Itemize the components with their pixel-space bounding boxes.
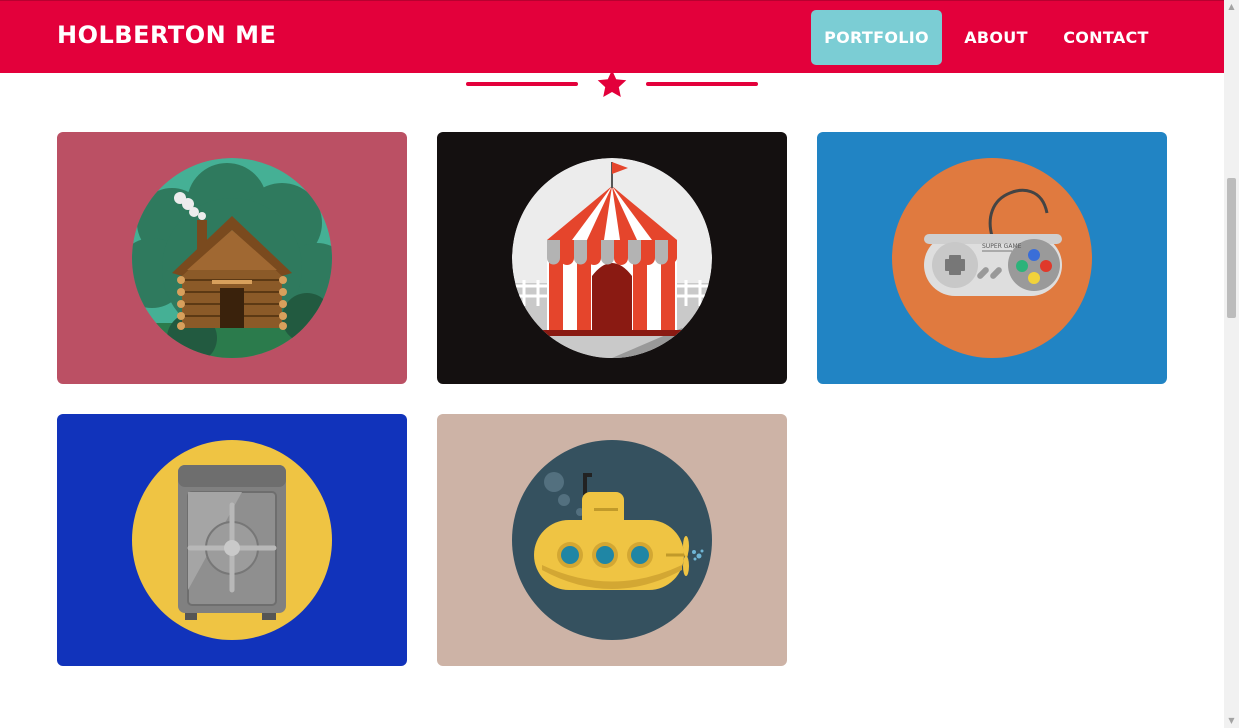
game-controller-icon: SUPER GAME <box>892 158 1092 358</box>
divider-line-left <box>466 82 578 86</box>
scrollbar-thumb[interactable] <box>1227 178 1236 318</box>
circus-tent-icon <box>512 158 712 358</box>
section-divider <box>464 68 760 102</box>
portfolio-item-safe[interactable] <box>57 414 407 666</box>
portfolio-item-submarine[interactable] <box>437 414 787 666</box>
cabin-icon <box>132 158 332 358</box>
controller-label: SUPER GAME <box>982 243 1022 250</box>
divider-line-right <box>646 82 758 86</box>
portfolio-item-cabin[interactable] <box>57 132 407 384</box>
portfolio-item-game[interactable]: SUPER GAME <box>817 132 1167 384</box>
safe-icon <box>132 440 332 640</box>
scroll-up-icon[interactable]: ▲ <box>1224 0 1239 14</box>
submarine-icon <box>512 440 712 640</box>
scroll-down-icon[interactable]: ▼ <box>1224 714 1239 728</box>
star-icon <box>597 70 627 97</box>
navbar: HOLBERTON ME PORTFOLIO ABOUT CONTACT <box>0 0 1224 73</box>
nav-item-about[interactable]: ABOUT <box>952 10 1040 65</box>
nav-item-portfolio[interactable]: PORTFOLIO <box>811 10 942 65</box>
portfolio-item-circus[interactable] <box>437 132 787 384</box>
nav-item-contact[interactable]: CONTACT <box>1050 10 1162 65</box>
brand-logo[interactable]: HOLBERTON ME <box>57 21 276 49</box>
vertical-scrollbar[interactable]: ▲ ▼ <box>1224 0 1239 728</box>
